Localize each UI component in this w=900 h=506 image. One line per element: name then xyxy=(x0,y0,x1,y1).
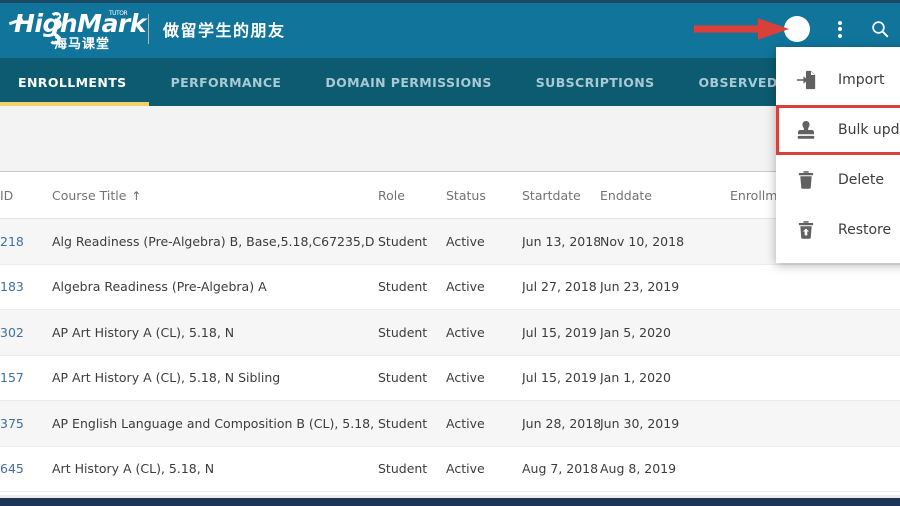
tab-domain-permissions[interactable]: DOMAIN PERMISSIONS xyxy=(303,58,513,106)
stamp-icon xyxy=(794,118,818,142)
cell-role: Student xyxy=(378,325,446,340)
cell-enddate: Nov 10, 2018 xyxy=(600,234,730,249)
tab-bar: ENROLLMENTS PERFORMANCE DOMAIN PERMISSIO… xyxy=(0,58,900,106)
cell-id[interactable]: 157 xyxy=(0,370,44,385)
cell-startdate: Jul 15, 2019 xyxy=(522,325,600,340)
tab-enrollments[interactable]: ENROLLMENTS xyxy=(0,58,149,106)
more-vertical-icon xyxy=(838,21,842,38)
column-header-status[interactable]: Status xyxy=(446,188,522,203)
cell-id[interactable]: 218 xyxy=(0,234,44,249)
cell-role: Student xyxy=(378,416,446,431)
cell-role: Student xyxy=(378,370,446,385)
menu-item-label: Import xyxy=(838,72,884,88)
menu-item-label: Delete xyxy=(838,172,884,188)
brand-divider xyxy=(148,14,149,44)
header-top-edge xyxy=(0,0,900,3)
cell-status: Active xyxy=(446,279,522,294)
cell-enddate: Jun 23, 2019 xyxy=(600,279,730,294)
cell-id[interactable]: 183 xyxy=(0,279,44,294)
tab-subscriptions[interactable]: SUBSCRIPTIONS xyxy=(514,58,677,106)
sort-ascending-icon: ↑ xyxy=(131,189,141,203)
more-options-button[interactable] xyxy=(820,9,860,49)
logo-mark: HighMark TUTOR 海马课堂 xyxy=(14,7,136,51)
tab-performance[interactable]: PERFORMANCE xyxy=(149,58,304,106)
column-header-role[interactable]: Role xyxy=(378,188,446,203)
cell-status: Active xyxy=(446,370,522,385)
cell-id[interactable]: 375 xyxy=(0,416,44,431)
avatar[interactable] xyxy=(784,16,810,42)
table-row[interactable]: 375 AP English Language and Composition … xyxy=(0,401,900,447)
menu-item-label: Bulk update xyxy=(838,122,900,138)
menu-item-delete[interactable]: Delete xyxy=(776,155,900,205)
cell-startdate: Aug 7, 2018 xyxy=(522,461,600,476)
cell-enddate: Aug 8, 2019 xyxy=(600,461,730,476)
table-header-row: ID Course Title ↑ Role Status Startdate E… xyxy=(0,172,900,219)
cell-role: Student xyxy=(378,234,446,249)
file-import-icon xyxy=(794,68,818,92)
table-row[interactable]: 645 Art History A (CL), 5.18, N Student … xyxy=(0,447,900,493)
menu-item-import[interactable]: Import xyxy=(776,55,900,105)
column-header-enddate[interactable]: Enddate xyxy=(600,188,730,203)
more-options-menu: Import Bulk update Delete xyxy=(776,47,900,263)
table-row[interactable]: 218 Alg Readiness (Pre-Algebra) B, Base,… xyxy=(0,219,900,265)
menu-item-bulk-update[interactable]: Bulk update xyxy=(776,105,900,155)
cell-role: Student xyxy=(378,461,446,476)
search-button[interactable] xyxy=(860,9,900,49)
cell-status: Active xyxy=(446,416,522,431)
cell-course-title: Algebra Readiness (Pre-Algebra) A xyxy=(44,279,378,294)
menu-item-label: Restore xyxy=(838,222,891,238)
cell-startdate: Jun 28, 2018 xyxy=(522,416,600,431)
cell-course-title: Alg Readiness (Pre-Algebra) B, Base,5.18… xyxy=(44,234,378,249)
cell-course-title: AP Art History A (CL), 5.18, N Sibling xyxy=(44,370,378,385)
cell-course-title: Art History A (CL), 5.18, N xyxy=(44,461,378,476)
cell-course-title: AP English Language and Composition B (C… xyxy=(44,416,378,431)
tab-label: DOMAIN PERMISSIONS xyxy=(325,75,491,90)
logo-chinese-text: 海马课堂 xyxy=(54,33,110,52)
table-row[interactable]: 183 Algebra Readiness (Pre-Algebra) A St… xyxy=(0,265,900,311)
search-icon xyxy=(870,19,890,39)
cell-id[interactable]: 645 xyxy=(0,461,44,476)
cell-status: Active xyxy=(446,325,522,340)
tab-label: PERFORMANCE xyxy=(171,75,282,90)
table-row[interactable]: 302 AP Art History A (CL), 5.18, N Stude… xyxy=(0,310,900,356)
trash-icon xyxy=(794,168,818,192)
app-window: HighMark TUTOR 海马课堂 做留学生的朋友 xyxy=(0,0,900,506)
column-header-startdate[interactable]: Startdate xyxy=(522,188,600,203)
table-toolbar xyxy=(0,106,900,172)
cell-startdate: Jul 27, 2018 xyxy=(522,279,600,294)
cell-status: Active xyxy=(446,461,522,476)
cell-enddate: Jun 30, 2019 xyxy=(600,416,730,431)
brand-logo[interactable]: HighMark TUTOR 海马课堂 做留学生的朋友 xyxy=(14,7,286,51)
column-header-course-title[interactable]: Course Title ↑ xyxy=(44,188,378,203)
footer-bar xyxy=(0,498,900,506)
logo-registered-mark: TUTOR xyxy=(109,10,127,17)
cell-id[interactable]: 302 xyxy=(0,325,44,340)
cell-course-title: AP Art History A (CL), 5.18, N xyxy=(44,325,378,340)
tab-label: SUBSCRIPTIONS xyxy=(536,75,655,90)
enrollments-table: ID Course Title ↑ Role Status Startdate E… xyxy=(0,172,900,492)
cell-enddate: Jan 5, 2020 xyxy=(600,325,730,340)
cell-startdate: Jul 15, 2019 xyxy=(522,370,600,385)
table-row[interactable]: 157 AP Art History A (CL), 5.18, N Sibli… xyxy=(0,356,900,402)
tab-label: ENROLLMENTS xyxy=(18,75,127,90)
column-header-label: Course Title xyxy=(52,188,126,203)
cell-role: Student xyxy=(378,279,446,294)
cell-enddate: Jan 1, 2020 xyxy=(600,370,730,385)
trash-restore-icon xyxy=(794,218,818,242)
column-header-id[interactable]: ID xyxy=(0,188,44,203)
brand-tagline: 做留学生的朋友 xyxy=(163,17,286,41)
menu-item-restore[interactable]: Restore xyxy=(776,205,900,255)
cell-startdate: Jun 13, 2018 xyxy=(522,234,600,249)
top-header-bar: HighMark TUTOR 海马课堂 做留学生的朋友 xyxy=(0,0,900,58)
cell-status: Active xyxy=(446,234,522,249)
